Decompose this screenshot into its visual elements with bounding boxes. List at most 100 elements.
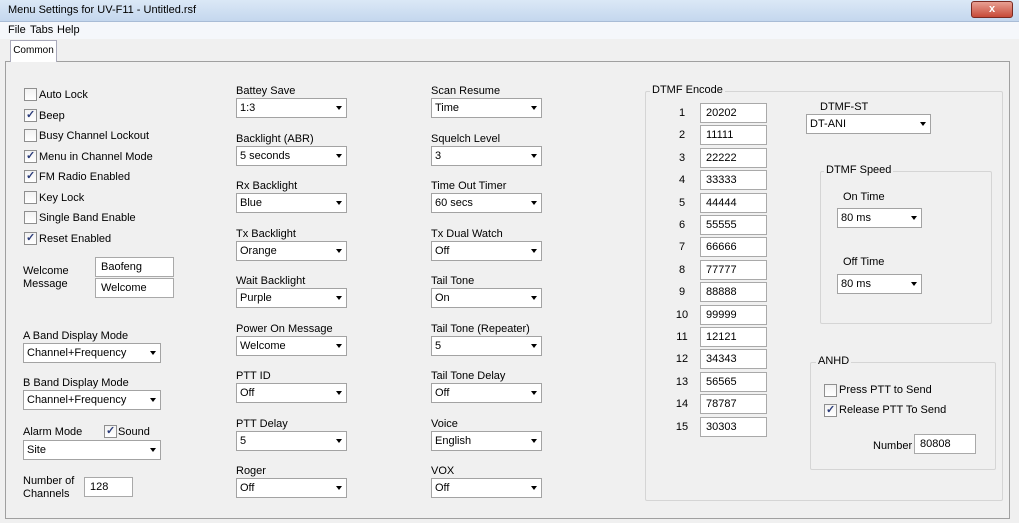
alarm-mode-select[interactable]: Site (23, 440, 161, 460)
col2-select[interactable]: 5 (236, 430, 347, 451)
dtmf-code-field[interactable]: 66666 (700, 237, 767, 258)
col3-select[interactable]: English (431, 430, 542, 451)
col2-select[interactable]: Off (236, 383, 347, 403)
on-time-select[interactable]: 80 ms (837, 208, 922, 228)
welcome-line1-field[interactable]: Baofeng (95, 257, 174, 277)
dtmf-code-field[interactable]: 44444 (700, 192, 767, 213)
col2-select[interactable]: 5 seconds (236, 145, 347, 166)
col2-select[interactable]: Welcome (236, 335, 347, 356)
col2-label: PTT Delay (236, 417, 288, 430)
col2-label: Wait Backlight (236, 275, 306, 287)
dtmf-code-field[interactable]: 11111 (700, 125, 767, 146)
col3-label: Scan Resume (431, 85, 501, 97)
dtmf-code-field[interactable]: 30303 (700, 416, 767, 437)
col3-select[interactable]: Time (431, 98, 542, 118)
col3-select[interactable]: Off (431, 240, 542, 261)
col3-label: Tail Tone (Repeater) (431, 322, 530, 335)
dtmf-code-value: 77777 (706, 263, 737, 276)
chevron-down-icon (336, 248, 342, 253)
dtmf-code-field[interactable]: 33333 (700, 170, 767, 191)
welcome-line2-value: Welcome (101, 282, 147, 294)
dtmf-code-value: 99999 (706, 308, 737, 321)
tab-common[interactable]: Common (10, 40, 57, 62)
checkbox-label: Beep (39, 109, 65, 122)
menu-tabs[interactable]: Tabs (30, 24, 53, 36)
col2-label: Backlight (ABR) (236, 132, 314, 145)
b-band-select[interactable]: Channel+Frequency (23, 390, 161, 410)
chevron-down-icon (531, 153, 537, 158)
channels-value: 128 (90, 481, 109, 493)
col2-select[interactable]: Off (236, 478, 347, 498)
dtmf-code-value: 78787 (706, 398, 737, 411)
checkbox-label: Busy Channel Lockout (39, 130, 150, 142)
checkbox-0[interactable] (24, 88, 37, 101)
col2-select[interactable]: 1:3 (236, 98, 347, 118)
col2-select[interactable]: Orange (236, 240, 347, 261)
col3-select[interactable]: Off (431, 478, 542, 498)
col2-value: Welcome (240, 339, 286, 352)
dtmf-code-field[interactable]: 20202 (700, 103, 767, 123)
close-icon: x (988, 3, 996, 15)
col2-select[interactable]: Blue (236, 193, 347, 213)
dtmf-code-field[interactable]: 77777 (700, 259, 767, 280)
menu-help[interactable]: Help (57, 24, 80, 36)
col3-select[interactable]: Off (431, 383, 542, 403)
b-band-value: Channel+Frequency (27, 394, 127, 406)
col3-label: Tail Tone (431, 275, 475, 287)
a-band-value: Channel+Frequency (27, 347, 127, 359)
checkbox-1[interactable] (24, 108, 37, 122)
chevron-down-icon (336, 153, 342, 158)
dtmf-code-field[interactable]: 99999 (700, 304, 767, 325)
checkbox-3[interactable] (24, 149, 37, 163)
dtmf-st-label: DTMF-ST (820, 101, 869, 113)
col3-select[interactable]: On (431, 288, 542, 308)
welcome-line2-field[interactable]: Welcome (95, 278, 174, 298)
dtmf-code-field[interactable]: 12121 (700, 327, 767, 347)
dtmf-index: 15 (675, 420, 689, 433)
menu-bar: File Tabs Help (0, 22, 1019, 39)
menu-file[interactable]: File (8, 24, 26, 36)
alarm-mode-label: Alarm Mode (23, 426, 83, 438)
a-band-select[interactable]: Channel+Frequency (23, 343, 161, 363)
dtmf-code-field[interactable]: 22222 (700, 147, 767, 168)
dtmf-index: 5 (678, 196, 686, 209)
col2-value: Orange (240, 244, 277, 257)
dtmf-code-field[interactable]: 55555 (700, 215, 767, 235)
dtmf-code-value: 55555 (706, 219, 737, 231)
dtmf-code-field[interactable]: 88888 (700, 282, 767, 303)
channels-label: Number of (23, 475, 75, 487)
anhd-number-field[interactable]: 80808 (914, 434, 976, 454)
dtmf-code-field[interactable]: 56565 (700, 371, 767, 392)
title-bar: Menu Settings for UV-F11 - Untitled.rsf … (0, 0, 1019, 22)
checkbox-7[interactable] (24, 231, 37, 245)
off-time-select[interactable]: 80 ms (837, 274, 922, 294)
dtmf-code-field[interactable]: 78787 (700, 394, 767, 415)
dtmf-code-value: 11111 (706, 129, 734, 142)
chevron-down-icon (531, 486, 537, 490)
col2-select[interactable]: Purple (236, 288, 347, 308)
chevron-down-icon (150, 398, 156, 402)
checkbox-2[interactable] (24, 129, 37, 142)
welcome-line1-value: Baofeng (101, 261, 142, 273)
release-ptt-checkbox[interactable] (824, 403, 837, 417)
dtmf-st-select[interactable]: DT-ANI (806, 114, 931, 134)
checkbox-4[interactable] (24, 169, 37, 183)
press-ptt-label: Press PTT to Send (839, 384, 932, 396)
dtmf-code-value: 34343 (706, 353, 737, 366)
col3-select[interactable]: 3 (431, 145, 542, 166)
chevron-down-icon (531, 296, 537, 300)
dtmf-index: 6 (678, 219, 686, 231)
col3-select[interactable]: 60 secs (431, 193, 542, 213)
checkbox-5[interactable] (24, 190, 37, 204)
channels-field[interactable]: 128 (84, 477, 133, 497)
dtmf-index: 10 (675, 308, 689, 321)
dtmf-code-value: 66666 (706, 241, 737, 254)
sound-checkbox[interactable] (104, 424, 117, 438)
checkbox-6[interactable] (24, 211, 37, 224)
close-button[interactable]: x (971, 1, 1013, 18)
dtmf-code-field[interactable]: 34343 (700, 349, 767, 370)
col3-select[interactable]: 5 (431, 335, 542, 356)
dtmf-index: 8 (678, 263, 686, 276)
dtmf-code-value: 44444 (706, 196, 737, 209)
press-ptt-checkbox[interactable] (824, 384, 837, 397)
